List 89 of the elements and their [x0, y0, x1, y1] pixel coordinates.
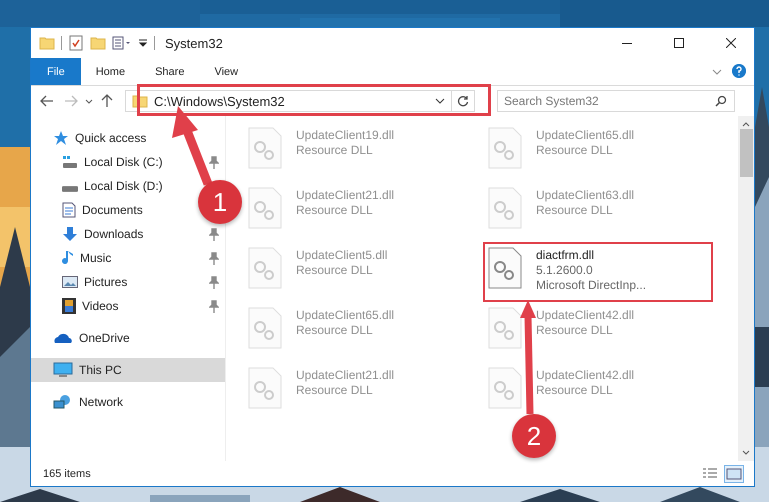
scroll-up-icon[interactable] — [742, 122, 750, 127]
dll-file-icon — [488, 247, 522, 289]
details-view-icon — [702, 468, 718, 480]
dll-file-icon — [248, 247, 282, 289]
dll-file-icon — [248, 127, 282, 169]
new-folder-icon — [90, 35, 106, 51]
file-tile[interactable]: diactfrm.dll 5.1.2600.0 Microsoft DirectInp... — [484, 243, 712, 301]
refresh-icon — [457, 95, 469, 107]
music-note-icon — [62, 250, 74, 266]
document-icon — [62, 202, 76, 218]
dll-file-icon — [248, 307, 282, 349]
nav-item[interactable]: Local Disk (D:) — [31, 174, 169, 198]
search-icon — [715, 95, 727, 107]
file-name: UpdateClient42.dll — [536, 308, 634, 322]
ribbon-tab[interactable]: File — [31, 58, 81, 85]
file-name: diactfrm.dll — [536, 248, 596, 262]
view-button[interactable] — [724, 464, 744, 482]
dll-file-icon — [248, 187, 282, 229]
file-name: UpdateClient19.dll — [296, 128, 394, 142]
file-detail: Resource DLL — [296, 263, 374, 277]
file-name: UpdateClient65.dll — [296, 308, 394, 322]
help-icon[interactable] — [732, 64, 746, 78]
file-detail: Resource DLL — [296, 323, 374, 337]
file-detail: Microsoft DirectInp... — [536, 278, 646, 292]
search-field[interactable]: Search System32 — [497, 90, 735, 112]
file-detail: Resource DLL — [536, 323, 614, 337]
folder-icon — [39, 35, 55, 51]
window-title: System32 — [165, 36, 224, 50]
file-name: UpdateClient21.dll — [296, 368, 394, 382]
nav-item[interactable]: Videos — [31, 294, 124, 318]
nav-item[interactable]: Local Disk (C:) — [31, 150, 169, 174]
file-detail: Resource DLL — [536, 143, 614, 157]
ribbon-tab[interactable]: Share — [140, 58, 200, 85]
file-name: UpdateClient65.dll — [536, 128, 634, 142]
down-arrow-icon — [62, 226, 78, 242]
forward-arrow-icon — [64, 95, 78, 107]
file-detail: Resource DLL — [536, 203, 614, 217]
back-arrow-icon — [40, 95, 54, 107]
up-arrow-icon — [101, 94, 113, 108]
scroll-down-icon[interactable] — [742, 450, 750, 455]
drive-icon — [62, 155, 78, 169]
dll-file-icon — [488, 367, 522, 409]
dll-file-icon — [248, 367, 282, 409]
minimize-icon — [622, 42, 632, 44]
pin-icon[interactable] — [209, 300, 219, 312]
file-detail: Resource DLL — [536, 383, 614, 397]
pin-icon[interactable] — [209, 276, 219, 288]
film-icon — [62, 298, 76, 314]
pin-icon[interactable] — [209, 156, 219, 168]
file-name: UpdateClient5.dll — [296, 248, 388, 262]
close-icon — [726, 38, 736, 48]
file-name: UpdateClient42.dll — [536, 368, 634, 382]
maximize-icon — [674, 38, 684, 48]
nav-item[interactable]: Pictures — [31, 270, 134, 294]
dll-file-icon — [488, 127, 522, 169]
image-icon — [62, 275, 78, 289]
monitor-icon — [53, 362, 73, 378]
pin-icon[interactable] — [209, 252, 219, 264]
nav-item[interactable]: Documents — [31, 198, 149, 222]
file-detail: Resource DLL — [296, 203, 374, 217]
dropdown-icon[interactable] — [435, 98, 445, 104]
file-detail: Resource DLL — [296, 383, 374, 397]
nav-item[interactable]: Network — [31, 390, 130, 414]
address-field[interactable]: C:\Windows\System32 — [125, 90, 475, 112]
file-name: UpdateClient63.dll — [536, 188, 634, 202]
scroll-thumb[interactable] — [740, 129, 752, 177]
nav-item[interactable]: Music — [31, 246, 118, 270]
ribbon-tab[interactable]: View — [199, 58, 254, 85]
nav-item[interactable]: Quick access — [31, 126, 152, 150]
ribbon-tab[interactable]: Home — [80, 58, 140, 85]
pin-icon[interactable] — [209, 228, 219, 240]
nav-item[interactable]: OneDrive — [31, 326, 136, 350]
large-icons-view-icon — [726, 468, 742, 480]
dropdown-icon[interactable] — [138, 38, 148, 48]
file-detail: Resource DLL — [296, 143, 374, 157]
drive-icon — [62, 186, 78, 192]
cloud-icon — [53, 332, 73, 344]
nav-item[interactable]: Downloads — [31, 222, 150, 246]
item-count: 165 items — [43, 468, 92, 480]
nav-item[interactable]: This PC — [31, 358, 225, 382]
scrollbar[interactable] — [738, 116, 754, 461]
file-detail: 5.1.2600.0 — [536, 263, 594, 277]
layout-icon[interactable] — [112, 36, 132, 50]
network-icon — [53, 394, 73, 410]
dll-file-icon — [488, 187, 522, 229]
star-icon — [53, 130, 69, 146]
properties-icon[interactable] — [68, 35, 84, 51]
file-name: UpdateClient21.dll — [296, 188, 394, 202]
dll-file-icon — [488, 307, 522, 349]
